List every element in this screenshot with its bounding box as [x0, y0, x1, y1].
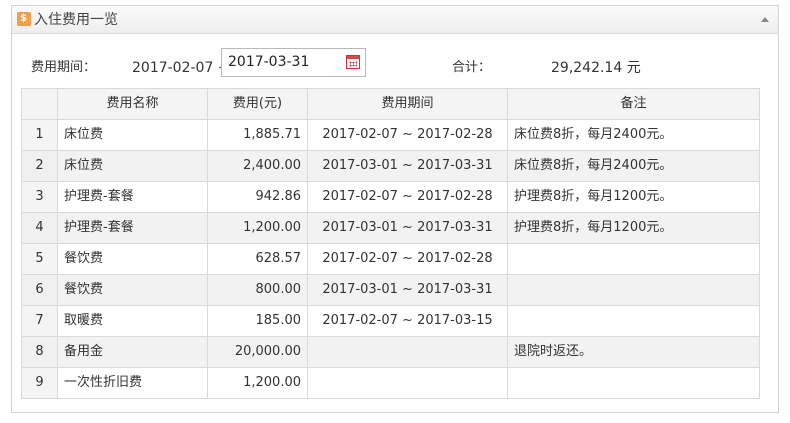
table-row[interactable]: 8 备用金 20,000.00 退院时返还。 [21, 336, 760, 368]
fee-note: 床位费8折，每月2400元。 [507, 119, 760, 151]
row-number: 2 [21, 150, 58, 182]
fee-amount: 942.86 [207, 181, 308, 213]
fee-name: 一次性折旧费 [57, 367, 208, 399]
table-row[interactable]: 4 护理费-套餐 1,200.00 2017-03-01 ~ 2017-03-3… [21, 212, 760, 244]
col-header-name[interactable]: 费用名称 [57, 88, 208, 120]
fee-name: 床位费 [57, 150, 208, 182]
col-header-note[interactable]: 备注 [507, 88, 760, 120]
fee-name: 餐饮费 [57, 243, 208, 275]
fee-amount: 800.00 [207, 274, 308, 306]
row-number: 5 [21, 243, 58, 275]
table-row[interactable]: 7 取暖费 185.00 2017-02-07 ~ 2017-03-15 [21, 305, 760, 337]
fee-amount: 1,200.00 [207, 212, 308, 244]
money-bag-icon [17, 12, 31, 26]
fee-period: 2017-02-07 ~ 2017-02-28 [307, 119, 508, 151]
start-date: 2017-02-07 ~ [132, 60, 230, 76]
row-number: 9 [21, 367, 58, 399]
fee-name: 取暖费 [57, 305, 208, 337]
fee-period: 2017-02-07 ~ 2017-03-15 [307, 305, 508, 337]
fee-period: 2017-02-07 ~ 2017-02-28 [307, 243, 508, 275]
fee-note: 护理费8折，每月1200元。 [507, 181, 760, 213]
calendar-icon[interactable] [346, 55, 360, 69]
total-label: 合计： [452, 60, 492, 75]
fee-amount: 20,000.00 [207, 336, 308, 368]
fee-amount: 1,885.71 [207, 119, 308, 151]
table-row[interactable]: 5 餐饮费 628.57 2017-02-07 ~ 2017-02-28 [21, 243, 760, 275]
fee-note [507, 274, 760, 306]
fee-amount: 2,400.00 [207, 150, 308, 182]
fee-period: 2017-03-01 ~ 2017-03-31 [307, 274, 508, 306]
fee-amount: 185.00 [207, 305, 308, 337]
fee-period: 2017-03-01 ~ 2017-03-31 [307, 150, 508, 182]
fee-amount: 1,200.00 [207, 367, 308, 399]
table-row[interactable]: 1 床位费 1,885.71 2017-02-07 ~ 2017-02-28 床… [21, 119, 760, 151]
fee-name: 床位费 [57, 119, 208, 151]
fee-name: 餐饮费 [57, 274, 208, 306]
fee-name: 备用金 [57, 336, 208, 368]
fee-name: 护理费-套餐 [57, 212, 208, 244]
fee-note: 护理费8折，每月1200元。 [507, 212, 760, 244]
fee-note [507, 305, 760, 337]
table-header-row: 费用名称 费用(元) 费用期间 备注 [21, 88, 760, 120]
row-number: 8 [21, 336, 58, 368]
row-number: 1 [21, 119, 58, 151]
fee-amount: 628.57 [207, 243, 308, 275]
fee-period [307, 336, 508, 368]
row-number: 7 [21, 305, 58, 337]
fee-note [507, 243, 760, 275]
col-header-rownum [21, 88, 58, 120]
end-date-value: 2017-03-31 [228, 54, 310, 70]
panel-header: 入住费用一览 [12, 6, 778, 34]
fee-note [507, 367, 760, 399]
row-number: 6 [21, 274, 58, 306]
fee-period: 2017-03-01 ~ 2017-03-31 [307, 212, 508, 244]
period-label: 费用期间： [31, 60, 97, 75]
col-header-period[interactable]: 费用期间 [307, 88, 508, 120]
row-number: 4 [21, 212, 58, 244]
table-row[interactable]: 9 一次性折旧费 1,200.00 [21, 367, 760, 399]
collapse-icon[interactable] [761, 17, 769, 22]
total-value: 29,242.14 元 [551, 60, 641, 76]
end-date-input[interactable]: 2017-03-31 [221, 48, 366, 77]
fee-period: 2017-02-07 ~ 2017-02-28 [307, 181, 508, 213]
fee-table: 费用名称 费用(元) 费用期间 备注 1 床位费 1,885.71 2017-0… [21, 88, 760, 399]
col-header-amount[interactable]: 费用(元) [207, 88, 308, 120]
fee-period [307, 367, 508, 399]
table-row[interactable]: 6 餐饮费 800.00 2017-03-01 ~ 2017-03-31 [21, 274, 760, 306]
panel-title: 入住费用一览 [34, 12, 118, 28]
row-number: 3 [21, 181, 58, 213]
table-row[interactable]: 3 护理费-套餐 942.86 2017-02-07 ~ 2017-02-28 … [21, 181, 760, 213]
fee-note: 退院时返还。 [507, 336, 760, 368]
fee-name: 护理费-套餐 [57, 181, 208, 213]
table-row[interactable]: 2 床位费 2,400.00 2017-03-01 ~ 2017-03-31 床… [21, 150, 760, 182]
fee-note: 床位费8折，每月2400元。 [507, 150, 760, 182]
